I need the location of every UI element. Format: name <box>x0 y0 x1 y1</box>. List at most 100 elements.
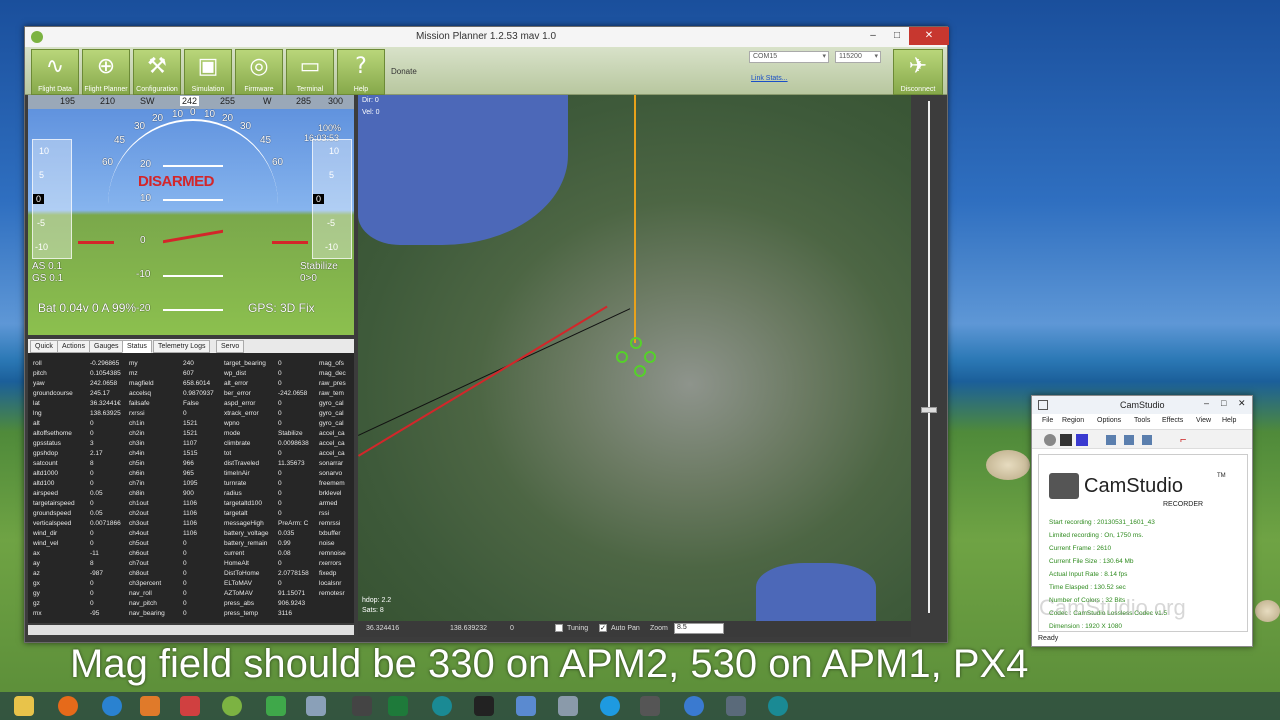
excel-icon[interactable] <box>388 696 408 716</box>
maximize-button[interactable]: □ <box>885 27 909 45</box>
record-icon[interactable] <box>1044 434 1056 446</box>
menu-help[interactable]: Help <box>1222 417 1236 424</box>
donate-link[interactable]: Donate <box>391 67 417 76</box>
menu-tools[interactable]: Tools <box>1134 417 1150 424</box>
arduino-icon[interactable] <box>432 696 452 716</box>
pause-icon[interactable] <box>1060 434 1072 446</box>
status-cell: press_temp <box>224 610 258 617</box>
flight-data-button[interactable]: ∿ Flight Data <box>31 49 79 95</box>
hay-bale-decoration <box>1255 600 1280 622</box>
status-cell: ch5in <box>129 460 145 467</box>
simulation-button[interactable]: ▣ Simulation <box>184 49 232 95</box>
status-cell: noise <box>319 540 335 547</box>
app-icon[interactable] <box>726 696 746 716</box>
firmware-button[interactable]: ◎ Firmware <box>235 49 283 95</box>
tool-icon[interactable] <box>306 696 326 716</box>
file-explorer-icon[interactable] <box>14 696 34 716</box>
status-cell: airspeed <box>33 490 58 497</box>
options-icon[interactable] <box>1124 435 1134 445</box>
tab-actions[interactable]: Actions <box>57 340 90 353</box>
status-horizontal-scrollbar[interactable] <box>28 625 354 635</box>
zoom-slider[interactable] <box>915 95 943 621</box>
speed-tape: 10 5 0 -5 -10 <box>32 139 72 259</box>
flight-planner-icon: ⊕ <box>96 54 116 79</box>
status-cell: 8 <box>90 560 94 567</box>
map-view[interactable]: Dir: 0 Vel: 0 hdop: 2.2 Sats: 8 <box>358 95 911 621</box>
quadcopter-marker <box>616 337 656 377</box>
document-icon[interactable] <box>516 696 536 716</box>
flight-hud: 195 210 SW 242 255 W 285 300 60 45 30 20… <box>28 95 354 335</box>
status-cell: sonarrar <box>319 460 344 467</box>
menu-file[interactable]: File <box>1042 417 1053 424</box>
status-cell: ber_error <box>224 390 251 397</box>
disconnect-button[interactable]: ✈ Disconnect <box>893 49 943 95</box>
status-cell: failsafe <box>129 400 150 407</box>
status-cell: 0 <box>90 540 94 547</box>
video-icon[interactable] <box>180 696 200 716</box>
maximize-button[interactable]: □ <box>1221 398 1226 408</box>
status-cell: gyro_cal <box>319 420 344 427</box>
status-cell: alt_error <box>224 380 249 387</box>
close-button[interactable]: ✕ <box>909 27 949 45</box>
status-cell: 0 <box>90 470 94 477</box>
status-cell: 0 <box>278 370 282 377</box>
app-icon[interactable] <box>102 696 122 716</box>
camstudio-taskbar-icon[interactable] <box>352 696 372 716</box>
monitor-icon[interactable] <box>1142 435 1152 445</box>
tab-servo[interactable]: Servo <box>216 340 245 353</box>
status-cell: altd1000 <box>33 470 58 477</box>
configuration-button[interactable]: ⚒ Configuration <box>133 49 181 95</box>
terminal-button[interactable]: ▭ Terminal <box>286 49 334 95</box>
tab-quick[interactable]: Quick <box>30 340 58 353</box>
baud-select[interactable]: 115200 ▾ <box>835 51 881 63</box>
status-cell: 0 <box>278 450 282 457</box>
menu-effects[interactable]: Effects <box>1162 417 1183 424</box>
roll-scale <box>108 119 278 209</box>
status-cell: nav_bearing <box>129 610 165 617</box>
status-cell: raw_pres <box>319 380 346 387</box>
link-stats-link[interactable]: Link Stats... <box>751 75 788 82</box>
altitude-tape: 10 5 0 -5 -10 <box>312 139 352 259</box>
git-icon[interactable] <box>768 696 788 716</box>
heading-line <box>634 95 636 343</box>
autopan-checkbox[interactable]: ✓ <box>599 624 607 632</box>
status-cell: verticalspeed <box>33 520 72 527</box>
tab-telemetry-logs[interactable]: Telemetry Logs <box>153 340 211 353</box>
window-titlebar[interactable]: Mission Planner 1.2.53 mav 1.0 – □ ✕ <box>25 27 949 47</box>
status-column-2-names: my mz magfield accelsq failsafe rxrssi ch1in ch… <box>129 359 181 619</box>
minimize-button[interactable]: – <box>861 27 885 45</box>
menu-options[interactable]: Options <box>1097 417 1121 424</box>
mission-planner-taskbar-icon[interactable] <box>222 696 242 716</box>
status-cell: 0.08 <box>278 550 291 557</box>
zoom-input[interactable]: 8.5 <box>674 623 724 634</box>
status-cell: 0 <box>90 480 94 487</box>
camstudio-titlebar[interactable]: CamStudio – □ ✕ <box>1032 396 1252 414</box>
pitch-line <box>163 309 223 311</box>
media-player-icon[interactable] <box>140 696 160 716</box>
stop-icon[interactable] <box>1076 434 1088 446</box>
camera-taskbar-icon[interactable] <box>640 696 660 716</box>
port-select[interactable]: COM15 ▾ <box>749 51 829 63</box>
terminal-taskbar-icon[interactable] <box>474 696 494 716</box>
notes-icon[interactable] <box>558 696 578 716</box>
zoom-slider-handle[interactable] <box>921 407 937 413</box>
disarmed-indicator: DISARMED <box>138 173 215 190</box>
skype-icon[interactable] <box>600 696 620 716</box>
status-cell: lat <box>33 400 40 407</box>
chart-app-icon[interactable] <box>266 696 286 716</box>
tab-status[interactable]: Status <box>122 340 152 353</box>
annotate-icon[interactable]: ⌐ <box>1180 434 1186 446</box>
itunes-icon[interactable] <box>684 696 704 716</box>
flight-planner-button[interactable]: ⊕ Flight Planner <box>82 49 130 95</box>
tuning-checkbox[interactable] <box>555 624 563 632</box>
minimize-button[interactable]: – <box>1204 398 1209 408</box>
firefox-icon[interactable] <box>58 696 78 716</box>
menu-view[interactable]: View <box>1196 417 1211 424</box>
tab-gauges[interactable]: Gauges <box>89 340 124 353</box>
region-icon[interactable] <box>1106 435 1116 445</box>
main-toolbar: ∿ Flight Data ⊕ Flight Planner ⚒ Configu… <box>25 47 947 95</box>
status-column-3-names: target_bearing wp_dist alt_error ber_error a… <box>224 359 276 619</box>
menu-region[interactable]: Region <box>1062 417 1084 424</box>
close-button[interactable]: ✕ <box>1238 398 1246 409</box>
help-button[interactable]: ? Help <box>337 49 385 95</box>
